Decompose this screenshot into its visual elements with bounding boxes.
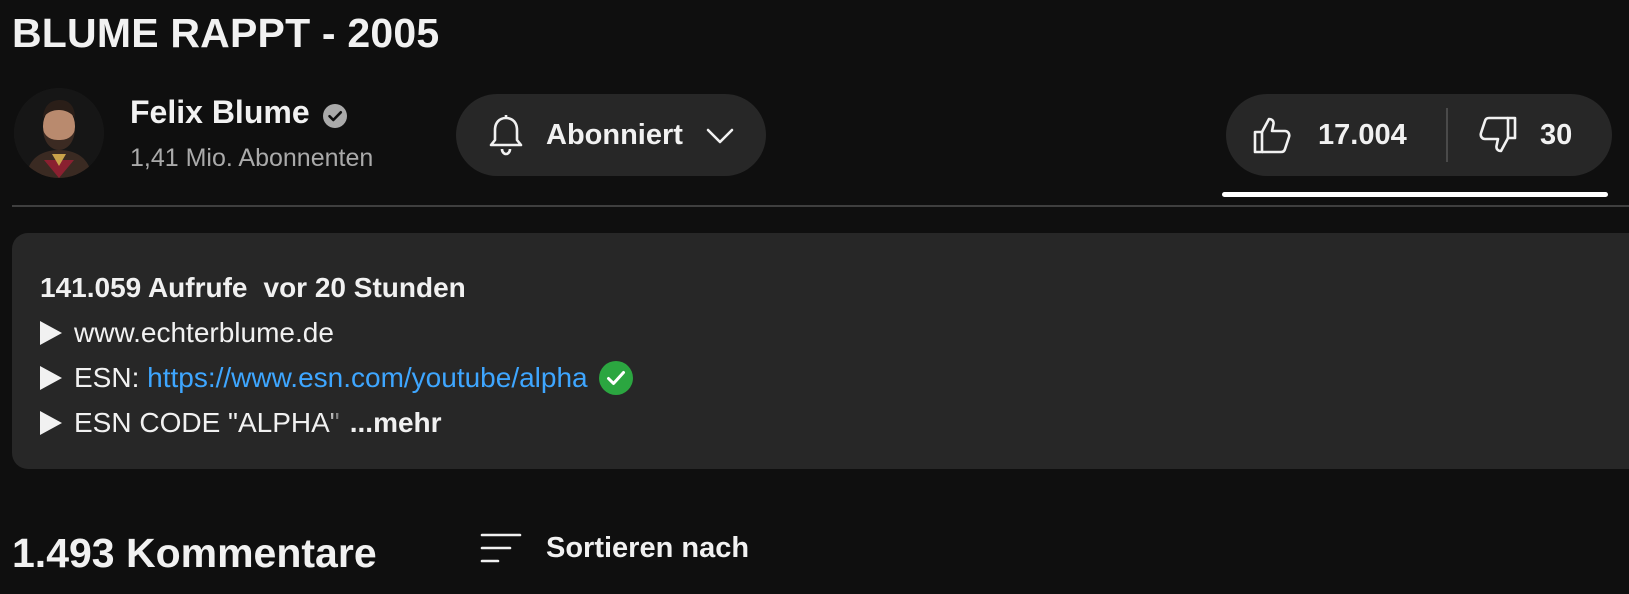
comments-count: 1.493 Kommentare	[12, 530, 377, 576]
thumb-down-icon	[1476, 113, 1520, 157]
subscribed-button[interactable]: Abonniert	[456, 94, 766, 176]
separator-line	[12, 205, 1629, 207]
like-count: 17.004	[1318, 118, 1407, 151]
view-count: 141.059 Aufrufe	[40, 272, 248, 303]
person-avatar-icon	[14, 88, 104, 178]
esn-prefix: ESN:	[74, 362, 148, 393]
bell-icon	[484, 113, 528, 157]
more-button[interactable]: ...mehr	[350, 400, 442, 445]
thumb-up-icon	[1250, 113, 1294, 157]
description-line: www.echterblume.de	[40, 310, 1624, 355]
subscribed-label: Abonniert	[546, 118, 683, 151]
channel-avatar[interactable]	[14, 88, 104, 178]
sort-label: Sortieren nach	[546, 531, 750, 564]
watch-page: BLUME RAPPT - 2005 Felix Blume 1,41 Mio.…	[0, 0, 1629, 594]
dislike-button[interactable]: 30	[1448, 94, 1572, 176]
like-button[interactable]: 17.004	[1226, 94, 1446, 176]
publish-date: vor 20 Stunden	[263, 272, 466, 303]
esn-link[interactable]: https://www.esn.com/youtube/alpha	[147, 355, 587, 400]
channel-name-row[interactable]: Felix Blume	[130, 94, 348, 131]
sort-button[interactable]: Sortieren nach	[478, 528, 749, 568]
like-ratio-bar	[1222, 192, 1608, 197]
verified-check-icon	[322, 100, 348, 128]
sort-icon	[478, 528, 524, 568]
check-badge-icon	[598, 360, 634, 396]
esn-code-fade: A"	[311, 400, 340, 445]
esn-code-text: ESN CODE "ALPH	[74, 407, 312, 438]
description-box[interactable]: 141.059 Aufrufe vor 20 Stunden www.echte…	[12, 233, 1629, 469]
like-dislike-group: 17.004 30	[1226, 94, 1612, 176]
website-text: www.echterblume.de	[74, 317, 334, 348]
play-triangle-icon	[40, 365, 62, 390]
description-meta: 141.059 Aufrufe vor 20 Stunden	[40, 265, 1624, 310]
comments-header: 1.493 Kommentare Sortieren nach	[12, 522, 1612, 582]
dislike-count: 30	[1540, 118, 1573, 151]
play-triangle-icon	[40, 410, 62, 435]
channel-name[interactable]: Felix Blume	[130, 94, 310, 131]
subscriber-count: 1,41 Mio. Abonnenten	[130, 144, 374, 172]
chevron-down-icon	[703, 118, 737, 152]
video-title: BLUME RAPPT - 2005	[12, 10, 440, 56]
description-line: ESN: https://www.esn.com/youtube/alpha	[40, 355, 1624, 400]
play-triangle-icon	[40, 320, 62, 345]
description-line: ESN CODE "ALPH A" ...mehr	[40, 400, 1624, 445]
owner-row: Felix Blume 1,41 Mio. Abonnenten Abonnie…	[14, 88, 1614, 188]
